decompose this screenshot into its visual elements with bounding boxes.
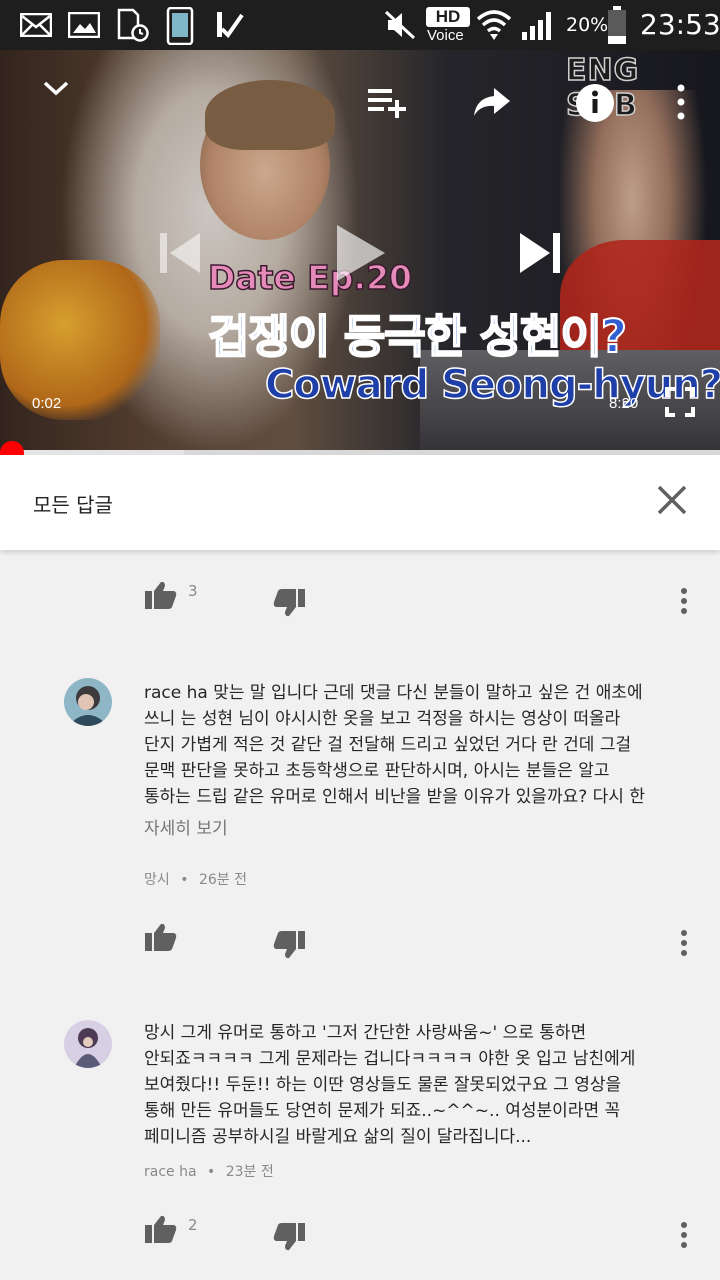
- close-icon[interactable]: [650, 478, 694, 522]
- more-vert-icon[interactable]: [674, 82, 688, 122]
- duration: 8:20: [609, 395, 639, 412]
- comment-actions: [0, 922, 720, 972]
- fullscreen-icon[interactable]: [664, 386, 696, 418]
- thumbs-down-icon[interactable]: [272, 930, 306, 960]
- next-icon[interactable]: [518, 230, 562, 276]
- comment-more-icon[interactable]: [674, 928, 694, 958]
- read-more-link[interactable]: 자세히 보기: [144, 814, 228, 839]
- comment-meta: race ha • 23분 전: [144, 1161, 274, 1181]
- like-count: 2: [188, 1216, 198, 1234]
- avatar[interactable]: [64, 1020, 112, 1068]
- info-icon[interactable]: [574, 82, 616, 124]
- thumbs-down-icon[interactable]: [272, 588, 306, 618]
- share-icon[interactable]: [472, 86, 512, 118]
- like-count: 3: [188, 582, 198, 600]
- gallery-icon: [68, 12, 100, 38]
- replies-header: 모든 답글: [0, 455, 720, 550]
- battery-percent: 20%: [566, 14, 609, 36]
- replies-list[interactable]: 3 race ha 맞는 말 입니다 근데 댓글 다신 분들이 말하고 싶은 건…: [0, 550, 720, 1280]
- comment-meta: 망시 • 26분 전: [144, 869, 247, 889]
- avatar[interactable]: [64, 678, 112, 726]
- previous-icon[interactable]: [158, 230, 202, 276]
- meta-separator: •: [180, 872, 189, 888]
- add-to-playlist-icon[interactable]: [366, 86, 410, 120]
- check-icon: [217, 12, 244, 39]
- screen: { "status_bar": { "hd_label": "HD", "voi…: [0, 0, 720, 1280]
- signal-icon: [522, 12, 551, 40]
- video-player[interactable]: ENG SUB Date Ep.20 겁쟁이 등극한 성현이? Coward S…: [0, 50, 720, 454]
- chevron-down-icon[interactable]: [42, 78, 70, 98]
- meta-separator: •: [207, 1164, 216, 1180]
- sim-clock-icon: [117, 8, 149, 42]
- comment-actions: 3: [0, 580, 720, 630]
- voice-label: Voice: [427, 27, 464, 44]
- comment-more-icon[interactable]: [674, 1220, 694, 1250]
- wifi-icon: [476, 10, 512, 40]
- comment-author[interactable]: 망시: [144, 872, 170, 888]
- overlay-english-title: Coward Seong-hyun?: [264, 361, 720, 409]
- thumbs-down-icon[interactable]: [272, 1222, 306, 1252]
- thumbs-up-icon[interactable]: [144, 1214, 178, 1244]
- play-icon[interactable]: [334, 222, 388, 284]
- battery-icon: [608, 6, 626, 44]
- mute-icon: [384, 10, 416, 40]
- replies-title: 모든 답글: [33, 493, 113, 517]
- phone-icon: [166, 7, 194, 45]
- status-bar: HD Voice 20% 23:53: [0, 0, 720, 50]
- thumbs-up-icon[interactable]: [144, 922, 178, 952]
- clock: 23:53: [640, 8, 720, 41]
- comment-time: 23분 전: [225, 1164, 274, 1180]
- comment-author[interactable]: race ha: [144, 1164, 197, 1180]
- comment-more-icon[interactable]: [674, 586, 694, 616]
- mail-icon: [20, 13, 52, 37]
- overlay-korean-title: 겁쟁이 등극한 성현이?: [207, 309, 628, 364]
- comment-text: 망시 그게 유머로 통하고 '그저 간단한 사랑싸움~' 으로 통하면 안되죠ㅋ…: [144, 1023, 636, 1147]
- current-time: 0:02: [32, 395, 62, 412]
- hd-voice-badge: HD: [426, 7, 470, 27]
- comment-actions: 2: [0, 1214, 720, 1264]
- comment-time: 26분 전: [198, 872, 247, 888]
- comment-text: race ha 맞는 말 입니다 근데 댓글 다신 분들이 말하고 싶은 건 애…: [144, 683, 645, 807]
- thumbs-up-icon[interactable]: [144, 580, 178, 610]
